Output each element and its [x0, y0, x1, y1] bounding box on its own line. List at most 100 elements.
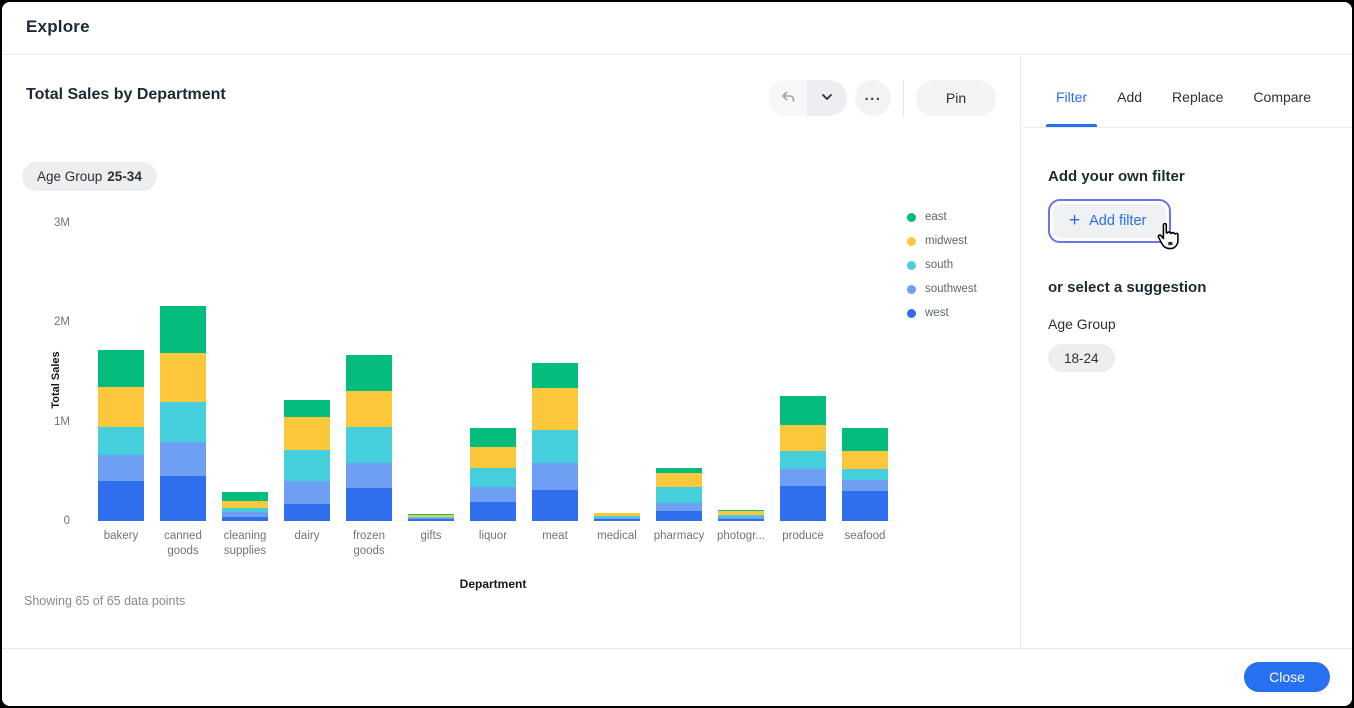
suggestion-chip[interactable]: 18-24	[1048, 344, 1115, 372]
bar-segment-west[interactable]	[470, 502, 516, 521]
bar-segment-west[interactable]	[222, 517, 268, 521]
bar-segment-south[interactable]	[346, 427, 392, 464]
bar-bakery[interactable]	[98, 350, 144, 521]
bar-segment-midwest[interactable]	[656, 473, 702, 486]
bar-segment-west[interactable]	[718, 519, 764, 521]
legend-dot-south	[907, 261, 916, 270]
bar-segment-east[interactable]	[470, 428, 516, 447]
bar-segment-southwest[interactable]	[470, 487, 516, 502]
bar-segment-southwest[interactable]	[98, 455, 144, 481]
bar-segment-south[interactable]	[532, 430, 578, 464]
close-button[interactable]: Close	[1244, 662, 1330, 692]
dialog-title: Explore	[26, 17, 90, 37]
x-label-cleaning-supplies: cleaning supplies	[214, 529, 276, 559]
more-options-button[interactable]: ...	[855, 80, 891, 116]
bar-segment-midwest[interactable]	[160, 353, 206, 402]
pin-button[interactable]: Pin	[916, 80, 996, 116]
bar-segment-west[interactable]	[284, 504, 330, 521]
bar-segment-east[interactable]	[222, 492, 268, 501]
bar-segment-west[interactable]	[842, 491, 888, 521]
bar-segment-west[interactable]	[408, 519, 454, 521]
bar-meat[interactable]	[532, 363, 578, 521]
undo-menu-button[interactable]	[807, 80, 847, 116]
bar-segment-west[interactable]	[532, 490, 578, 521]
bar-segment-west[interactable]	[346, 488, 392, 521]
bar-segment-southwest[interactable]	[780, 469, 826, 486]
bar-segment-east[interactable]	[842, 428, 888, 451]
bar-segment-south[interactable]	[842, 469, 888, 480]
dialog-footer: Close	[2, 648, 1352, 706]
bar-segment-east[interactable]	[160, 306, 206, 353]
bar-segment-southwest[interactable]	[532, 463, 578, 490]
suggestion-group-label: Age Group	[1048, 316, 1332, 332]
bar-segment-midwest[interactable]	[470, 447, 516, 469]
bar-segment-midwest[interactable]	[284, 417, 330, 450]
bar-segment-west[interactable]	[594, 519, 640, 521]
bar-frozen-goods[interactable]	[346, 355, 392, 521]
bar-canned-goods[interactable]	[160, 306, 206, 521]
bar-segment-east[interactable]	[780, 396, 826, 425]
bar-segment-west[interactable]	[160, 476, 206, 521]
bar-segment-southwest[interactable]	[346, 463, 392, 488]
x-label-liquor: liquor	[462, 529, 524, 559]
applied-filter-chip[interactable]: Age Group 25-34	[22, 162, 157, 191]
data-points-status: Showing 65 of 65 data points	[24, 594, 185, 608]
bar-segment-west[interactable]	[780, 486, 826, 521]
bar-segment-south[interactable]	[160, 402, 206, 442]
tab-replace[interactable]: Replace	[1170, 89, 1225, 127]
x-label-frozen-goods: frozen goods	[338, 529, 400, 559]
bar-segment-south[interactable]	[780, 451, 826, 469]
bar-segment-south[interactable]	[656, 487, 702, 503]
bar-segment-southwest[interactable]	[656, 503, 702, 511]
undo-button[interactable]	[768, 80, 807, 116]
legend-item-east[interactable]: east	[907, 205, 977, 229]
bar-segment-southwest[interactable]	[842, 480, 888, 491]
legend-label-midwest: midwest	[925, 235, 967, 247]
bar-segment-south[interactable]	[98, 427, 144, 456]
bar-segment-south[interactable]	[470, 468, 516, 487]
legend-dot-east	[907, 213, 916, 222]
bar-gifts[interactable]	[408, 514, 454, 521]
bar-photogr-[interactable]	[718, 510, 764, 521]
add-filter-button[interactable]: + Add filter	[1053, 204, 1166, 238]
bar-segment-midwest[interactable]	[346, 391, 392, 427]
bar-segment-midwest[interactable]	[842, 451, 888, 470]
bar-segment-south[interactable]	[284, 450, 330, 482]
bar-pharmacy[interactable]	[656, 468, 702, 521]
bar-chart-plot	[90, 223, 896, 521]
legend-dot-midwest	[907, 237, 916, 246]
bar-produce[interactable]	[780, 396, 826, 521]
legend-dot-southwest	[907, 285, 916, 294]
suggestion-heading: or select a suggestion	[1048, 279, 1332, 296]
bar-segment-east[interactable]	[284, 400, 330, 417]
bar-segment-southwest[interactable]	[160, 442, 206, 477]
bar-segment-east[interactable]	[98, 350, 144, 387]
bar-segment-midwest[interactable]	[780, 425, 826, 452]
tab-filter[interactable]: Filter	[1054, 89, 1089, 127]
legend-item-south[interactable]: south	[907, 253, 977, 277]
legend-dot-west	[907, 309, 916, 318]
bar-cleaning-supplies[interactable]	[222, 492, 268, 521]
bar-segment-east[interactable]	[346, 355, 392, 391]
chart-toolbar: ... Pin	[768, 80, 996, 116]
chart-legend: east midwest southsouthwestwest	[907, 205, 977, 325]
bar-seafood[interactable]	[842, 428, 888, 521]
legend-item-midwest[interactable]: midwest	[907, 229, 977, 253]
bar-medical[interactable]	[594, 513, 640, 521]
bar-segment-southwest[interactable]	[284, 481, 330, 504]
plus-icon: +	[1069, 213, 1080, 229]
bar-segment-east[interactable]	[532, 363, 578, 388]
legend-item-west[interactable]: west	[907, 301, 977, 325]
bar-segment-midwest[interactable]	[222, 501, 268, 508]
tab-compare[interactable]: Compare	[1251, 89, 1313, 127]
tab-add[interactable]: Add	[1115, 89, 1144, 127]
bar-liquor[interactable]	[470, 428, 516, 521]
bar-segment-west[interactable]	[656, 511, 702, 521]
bar-segment-midwest[interactable]	[532, 388, 578, 430]
bar-segment-west[interactable]	[98, 481, 144, 521]
bar-segment-midwest[interactable]	[98, 387, 144, 427]
dialog-header: Explore	[2, 2, 1352, 55]
add-filter-focus-ring: + Add filter	[1048, 199, 1171, 243]
legend-item-southwest[interactable]: southwest	[907, 277, 977, 301]
bar-dairy[interactable]	[284, 400, 330, 521]
